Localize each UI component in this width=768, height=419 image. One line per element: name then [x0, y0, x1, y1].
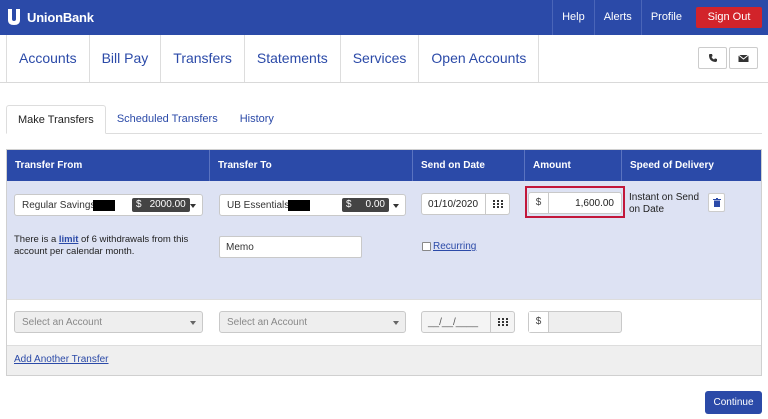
nav-accounts[interactable]: Accounts [7, 35, 90, 82]
from-account-name: Regular Savings- [22, 200, 99, 211]
mail-button[interactable] [729, 47, 758, 69]
profile-link[interactable]: Profile [640, 0, 691, 35]
calendar-button[interactable] [490, 312, 514, 332]
nav-open-accounts[interactable]: Open Accounts [419, 35, 540, 82]
memo-input[interactable]: Memo [219, 236, 362, 258]
header-speed-of-delivery: Speed of Delivery [630, 160, 714, 171]
transfer-tabs: Make Transfers Scheduled Transfers Histo… [6, 105, 762, 134]
brand-logo[interactable]: UnionBank [6, 8, 94, 26]
send-date-input[interactable]: 01/10/2020 [421, 193, 510, 215]
sign-out-button[interactable]: Sign Out [696, 7, 762, 28]
from-currency: $ [136, 199, 142, 210]
nav-statements[interactable]: Statements [245, 35, 341, 82]
top-links: Help Alerts Profile [552, 0, 691, 35]
recurring-checkbox[interactable] [422, 242, 431, 251]
calendar-grid-icon [492, 200, 503, 208]
send-date-value: 01/10/2020 [428, 199, 479, 210]
to-balance-badge: $ 0.00 [342, 198, 389, 212]
delete-transfer-button[interactable] [708, 193, 725, 212]
header-amount: Amount [525, 150, 622, 181]
phone-icon [708, 54, 717, 62]
add-another-transfer-link[interactable]: Add Another Transfer [14, 354, 109, 365]
tab-history[interactable]: History [229, 105, 285, 133]
to-account-name: UB Essentials - [227, 200, 296, 211]
add-transfer-row [7, 345, 761, 375]
transfer-from-select[interactable]: Regular Savings- $ 2000.00 [14, 194, 203, 216]
nav-bill-pay[interactable]: Bill Pay [90, 35, 162, 82]
from-balance-badge: $ 2000.00 [132, 198, 190, 212]
table-header: Transfer From Transfer To Send on Date A… [7, 150, 761, 181]
tab-make-transfers[interactable]: Make Transfers [6, 105, 106, 134]
withdrawal-limit-notice: There is a limit of 6 withdrawals from t… [14, 234, 194, 258]
to-balance: 0.00 [365, 199, 385, 210]
header-transfer-to: Transfer To [210, 150, 413, 181]
amount-input-empty[interactable]: $ [528, 311, 622, 333]
chevron-down-icon [190, 204, 196, 208]
recurring-label[interactable]: Recurring [433, 241, 476, 252]
limit-link[interactable]: limit [59, 234, 79, 245]
phone-button[interactable] [698, 47, 727, 69]
envelope-icon [738, 54, 749, 62]
chevron-down-icon [190, 321, 196, 325]
amount-highlight-box [525, 186, 625, 218]
transfer-to-select-empty[interactable]: Select an Account [219, 311, 406, 333]
nav-services[interactable]: Services [341, 35, 420, 82]
redacted-account-number [93, 200, 115, 211]
alerts-link[interactable]: Alerts [593, 0, 641, 35]
continue-button[interactable]: Continue [705, 391, 762, 414]
trash-icon [712, 198, 721, 207]
header-send-on-date: Send on Date [413, 150, 525, 181]
transfer-to-select[interactable]: UB Essentials - $ 0.00 [219, 194, 406, 216]
speed-of-delivery-text: Instant on Send on Date [629, 192, 700, 215]
send-date-input-empty[interactable]: __/__/____ [421, 311, 515, 333]
from-balance: 2000.00 [149, 199, 186, 210]
unionbank-logo-icon [8, 9, 20, 25]
tab-scheduled-transfers[interactable]: Scheduled Transfers [106, 105, 229, 133]
from-placeholder: Select an Account [22, 317, 103, 328]
date-placeholder: __/__/____ [428, 317, 479, 328]
chevron-down-icon [393, 321, 399, 325]
to-currency: $ [346, 199, 352, 210]
limit-prefix: There is a [14, 234, 59, 245]
top-bar: UnionBank Help Alerts Profile Sign Out [0, 0, 768, 35]
header-transfer-from: Transfer From [7, 150, 210, 181]
to-placeholder: Select an Account [227, 317, 308, 328]
chevron-down-icon [393, 204, 399, 208]
transfer-from-select-empty[interactable]: Select an Account [14, 311, 203, 333]
redacted-account-number [288, 200, 310, 211]
main-nav: Accounts Bill Pay Transfers Statements S… [0, 35, 768, 83]
help-link[interactable]: Help [552, 0, 594, 35]
nav-transfers[interactable]: Transfers [161, 35, 245, 82]
calendar-button[interactable] [485, 194, 509, 214]
calendar-grid-icon [497, 318, 508, 326]
amount-currency: $ [529, 312, 549, 332]
transfer-table: Transfer From Transfer To Send on Date A… [6, 149, 762, 376]
recurring-option[interactable]: Recurring [422, 241, 476, 252]
brand-name: UnionBank [27, 9, 94, 25]
